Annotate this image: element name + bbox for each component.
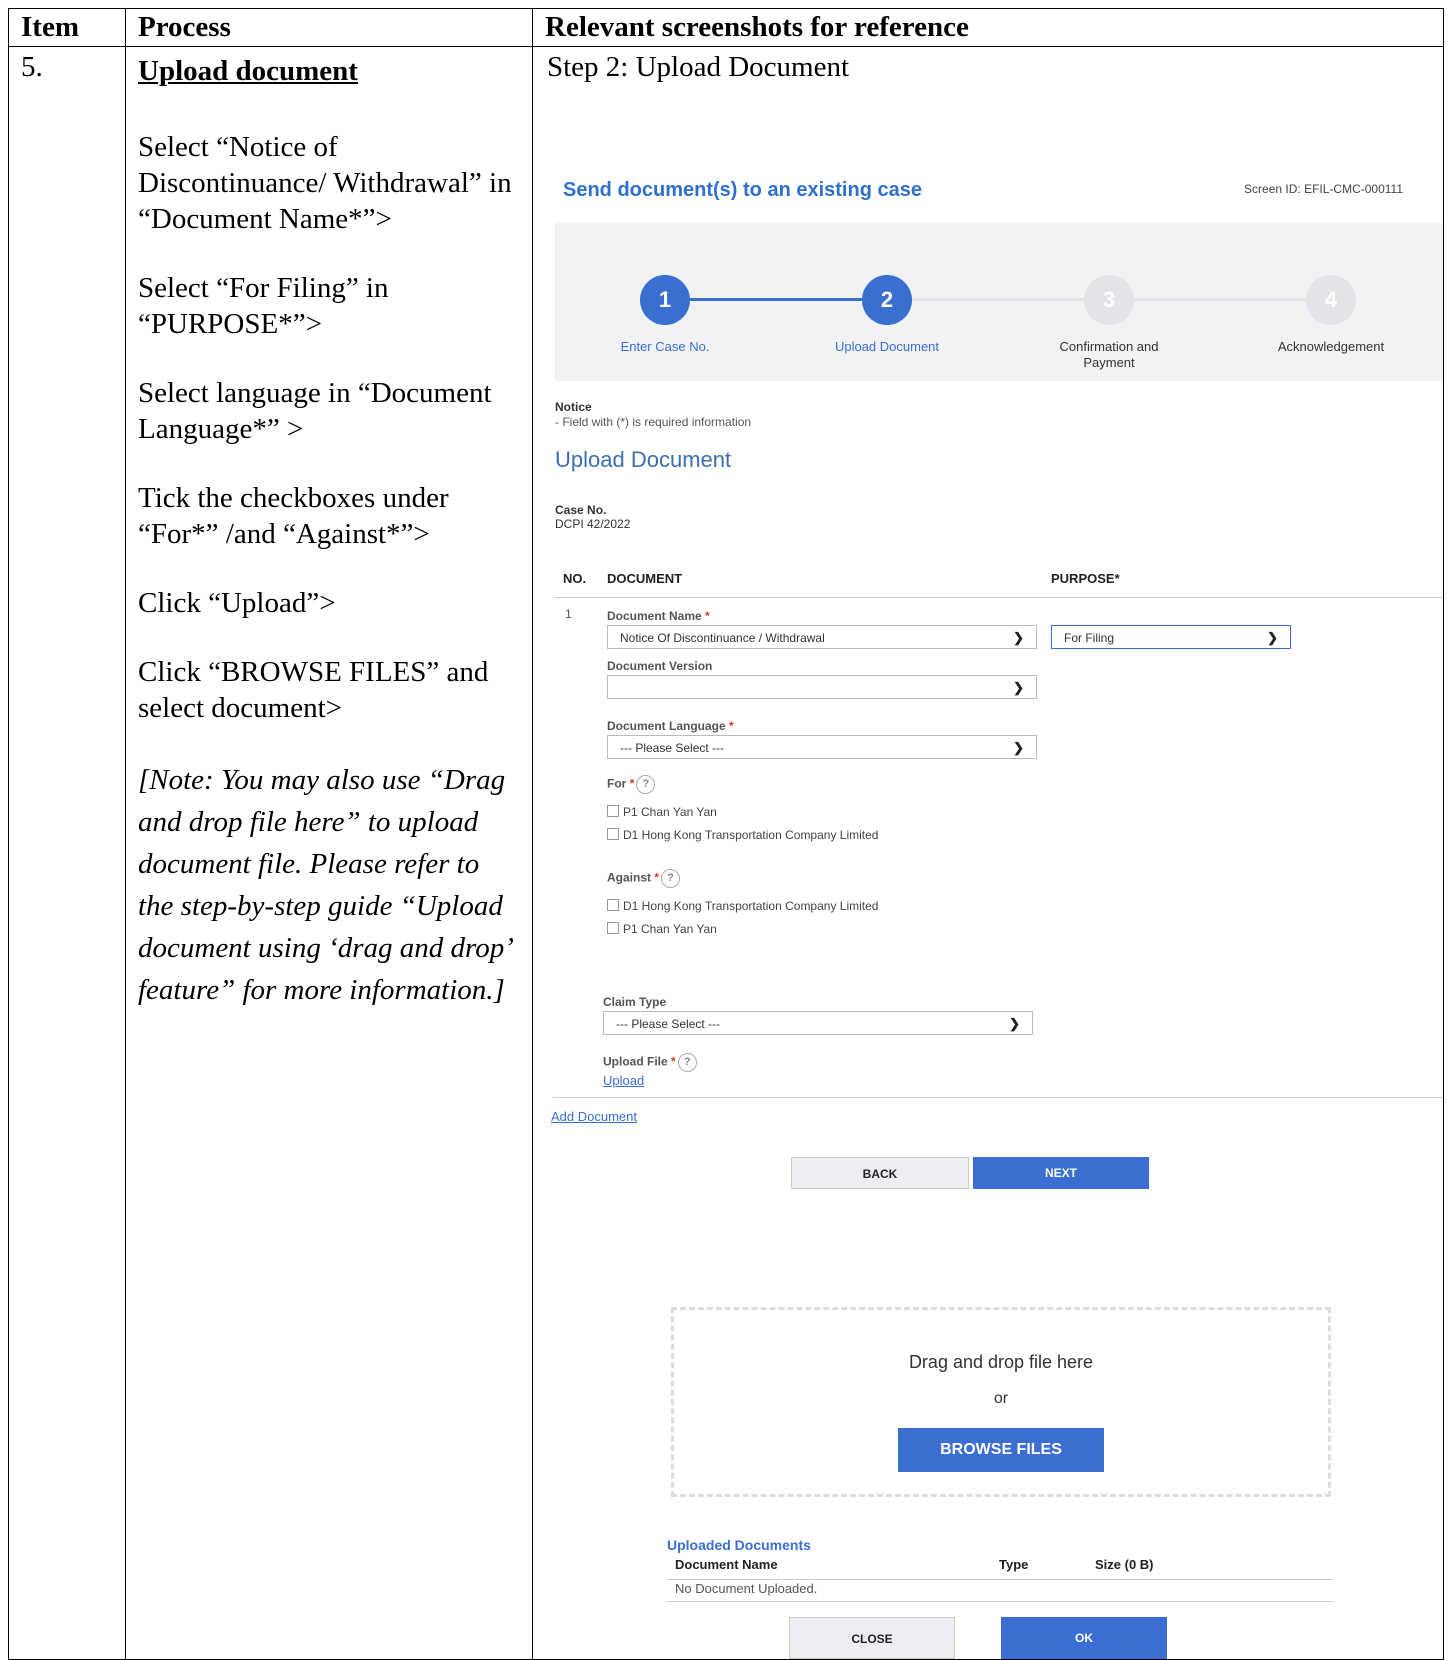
step-2: 2 Upload Document: [777, 275, 997, 355]
uploaded-empty-row: No Document Uploaded.: [667, 1581, 1333, 1602]
chevron-down-icon: ❯: [1267, 630, 1278, 645]
screen-id: Screen ID: EFIL-CMC-000111: [1244, 182, 1403, 196]
process-step-3: Select language in “Document Language*” …: [138, 377, 492, 445]
document-name-label: Document Name *: [607, 609, 710, 623]
uploaded-col-size: Size (0 B): [1095, 1557, 1154, 1572]
against-checkbox-1[interactable]: D1 Hong Kong Transportation Company Limi…: [607, 899, 878, 913]
step-3-label: Confirmation and Payment: [1059, 339, 1159, 370]
drop-zone[interactable]: Drag and drop file here or BROWSE FILES: [671, 1307, 1331, 1497]
header-reference: Relevant screenshots for reference: [532, 8, 1444, 47]
notice-text: - Field with (*) is required information: [555, 415, 752, 429]
notice-heading: Notice: [555, 400, 592, 414]
screen-title: Send document(s) to an existing case: [563, 179, 922, 201]
uploaded-col-type: Type: [999, 1557, 1029, 1572]
chevron-down-icon: ❯: [1009, 1016, 1020, 1031]
process-step-1: Select “Notice of Discontinuance/ Withdr…: [138, 131, 512, 235]
case-no-label: Case No.: [555, 503, 607, 517]
item-number: 5.: [21, 51, 43, 83]
uploaded-documents-heading: Uploaded Documents: [667, 1537, 811, 1553]
process-step-4: Tick the checkboxes under “For*” /and “A…: [138, 482, 449, 550]
col-document: DOCUMENT: [607, 571, 683, 586]
item-cell: 5.: [8, 46, 126, 1660]
close-button[interactable]: CLOSE: [789, 1617, 955, 1659]
embedded-screenshot: Send document(s) to an existing case Scr…: [533, 47, 1443, 1659]
instruction-table: Item Process Relevant screenshots for re…: [8, 8, 1444, 1660]
purpose-select[interactable]: For Filing ❯: [1051, 625, 1291, 649]
chevron-down-icon: ❯: [1013, 630, 1024, 645]
claim-type-label: Claim Type: [603, 995, 667, 1009]
add-document-link[interactable]: Add Document: [551, 1109, 637, 1124]
drop-zone-text: Drag and drop file here: [908, 1352, 1094, 1372]
step-1-circle: 1: [640, 275, 690, 325]
checkbox-icon: [607, 828, 619, 840]
col-purpose: PURPOSE*: [1051, 571, 1120, 586]
browse-files-button[interactable]: BROWSE FILES: [898, 1428, 1104, 1472]
step-4-circle: 4: [1306, 275, 1356, 325]
help-icon[interactable]: ?: [661, 869, 681, 888]
uploaded-empty-text: No Document Uploaded.: [675, 1581, 818, 1596]
step-1-label: Enter Case No.: [620, 339, 710, 354]
checkbox-icon: [607, 805, 619, 817]
header-process: Process: [125, 8, 533, 47]
against-label: Against *?: [607, 869, 681, 888]
next-button[interactable]: NEXT: [973, 1157, 1149, 1189]
document-language-label: Document Language *: [607, 719, 734, 733]
step-4-label: Acknowledgement: [1277, 339, 1385, 354]
back-button[interactable]: BACK: [791, 1157, 969, 1189]
reference-cell: Step 2: Upload Document Send document(s)…: [532, 46, 1444, 1660]
claim-type-select[interactable]: --- Please Select --- ❯: [603, 1011, 1033, 1035]
process-cell: Upload document Select “Notice of Discon…: [125, 46, 533, 1660]
drop-zone-or: or: [993, 1390, 1009, 1407]
upload-file-label: Upload File *?: [603, 1053, 697, 1072]
for-checkbox-1[interactable]: P1 Chan Yan Yan: [607, 805, 717, 819]
checkbox-icon: [607, 922, 619, 934]
help-icon[interactable]: ?: [636, 775, 656, 794]
document-table-header: NO. DOCUMENT PURPOSE*: [555, 571, 1443, 598]
uploaded-col-name: Document Name: [675, 1557, 778, 1572]
document-version-label: Document Version: [607, 659, 713, 673]
section-title: Upload Document: [555, 447, 732, 472]
process-title: Upload document: [138, 55, 358, 87]
col-no: NO.: [563, 571, 587, 586]
divider: [553, 1097, 1443, 1098]
against-checkbox-2[interactable]: P1 Chan Yan Yan: [607, 922, 717, 936]
help-icon[interactable]: ?: [677, 1053, 697, 1072]
row-number: 1: [565, 607, 572, 621]
step-2-circle: 2: [862, 275, 912, 325]
process-step-5: Click “Upload”>: [138, 587, 336, 619]
step-2-label: Upload Document: [834, 339, 940, 354]
step-3-circle: 3: [1084, 275, 1134, 325]
uploaded-table-header: Document Name Type Size (0 B): [667, 1557, 1333, 1580]
document-language-select[interactable]: --- Please Select --- ❯: [607, 735, 1037, 759]
progress-stepper: 1 Enter Case No. 2 Upload Document 3 Con…: [555, 223, 1443, 381]
checkbox-icon: [607, 899, 619, 911]
process-step-6: Click “BROWSE FILES” and select document…: [138, 656, 489, 724]
document-version-select[interactable]: ❯: [607, 675, 1037, 699]
chevron-down-icon: ❯: [1013, 740, 1024, 755]
chevron-down-icon: ❯: [1013, 680, 1024, 695]
step-4: 4 Acknowledgement: [1221, 275, 1441, 355]
step-3: 3 Confirmation and Payment: [999, 275, 1219, 371]
step-1: 1 Enter Case No.: [555, 275, 775, 355]
case-no-value: DCPI 42/2022: [555, 517, 631, 531]
upload-link[interactable]: Upload: [603, 1073, 644, 1088]
process-note: [Note: You may also use “Drag and drop f…: [138, 764, 511, 1006]
document-name-select[interactable]: Notice Of Discontinuance / Withdrawal ❯: [607, 625, 1037, 649]
for-checkbox-2[interactable]: D1 Hong Kong Transportation Company Limi…: [607, 828, 878, 842]
ok-button[interactable]: OK: [1001, 1617, 1167, 1659]
process-step-2: Select “For Filing” in “PURPOSE*”>: [138, 272, 389, 340]
header-item: Item: [8, 8, 126, 47]
for-label: For *?: [607, 775, 656, 794]
